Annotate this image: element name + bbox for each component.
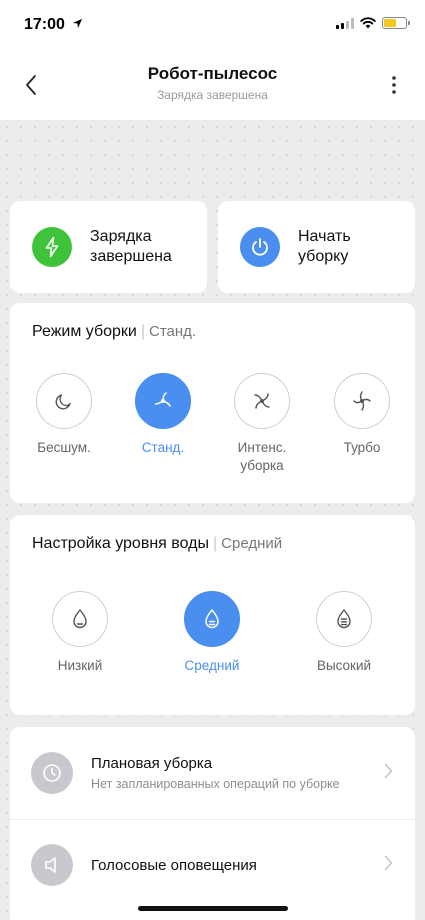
water-low-option[interactable]: Низкий bbox=[44, 591, 116, 675]
start-cleaning-label: Начать уборку bbox=[298, 227, 351, 267]
water-level-value: Средний bbox=[221, 535, 283, 552]
mode-intensive-label-line1: Интенс. bbox=[237, 440, 287, 455]
charging-label-line1: Зарядка bbox=[90, 228, 152, 245]
start-cleaning-button[interactable]: Начать уборку bbox=[218, 201, 415, 293]
scheduled-cleaning-row[interactable]: Плановая уборка Нет запланированных опер… bbox=[10, 727, 415, 819]
water-high-option[interactable]: Высокий bbox=[308, 591, 380, 675]
water-high-label: Высокий bbox=[316, 658, 372, 673]
settings-list-card: Плановая уборка Нет запланированных опер… bbox=[10, 727, 415, 920]
content-area: Зарядка завершена Начать уборку Режим уб… bbox=[0, 120, 425, 920]
moon-icon bbox=[36, 373, 92, 429]
mode-turbo-label: Турбо bbox=[343, 440, 381, 455]
charging-status-card[interactable]: Зарядка завершена bbox=[10, 201, 207, 293]
mode-quiet-option[interactable]: Бесшум. bbox=[28, 373, 100, 457]
status-time: 17:00 bbox=[24, 16, 83, 34]
scheduled-cleaning-title: Плановая уборка bbox=[91, 755, 213, 772]
power-icon bbox=[240, 227, 280, 267]
drop-medium-icon bbox=[184, 591, 240, 647]
cleaning-mode-value: Станд. bbox=[149, 323, 197, 340]
fan-icon bbox=[234, 373, 290, 429]
drop-high-icon bbox=[316, 591, 372, 647]
cleaning-mode-card: Режим уборки | Станд. Бесшум. Станд. Инт… bbox=[10, 303, 415, 503]
cellular-signal-icon bbox=[336, 17, 354, 29]
mode-standard-option[interactable]: Станд. bbox=[127, 373, 199, 457]
scheduled-cleaning-subtitle: Нет запланированных операций по уборке bbox=[91, 777, 340, 791]
speaker-icon bbox=[31, 844, 73, 886]
page-title: Робот-пылесос bbox=[147, 64, 278, 83]
mode-standard-label: Станд. bbox=[141, 440, 185, 455]
home-indicator[interactable] bbox=[138, 906, 288, 911]
cleaning-mode-label: Режим уборки bbox=[32, 323, 137, 340]
more-options-button[interactable] bbox=[377, 68, 411, 102]
mode-intensive-option[interactable]: Интенс. уборка bbox=[226, 373, 298, 475]
lightning-icon bbox=[32, 227, 72, 267]
chevron-right-icon bbox=[384, 763, 393, 779]
battery-icon bbox=[382, 17, 410, 29]
voice-alerts-row[interactable]: Голосовые оповещения bbox=[10, 819, 415, 911]
status-bar: 17:00 bbox=[0, 0, 425, 50]
mode-intensive-label-line2: уборка bbox=[240, 458, 284, 473]
water-level-card: Настройка уровня воды | Средний Низкий Сре… bbox=[10, 515, 415, 715]
wifi-icon bbox=[360, 17, 376, 29]
mode-intensive-label: Интенс. уборка bbox=[226, 439, 298, 475]
mode-quiet-label: Бесшум. bbox=[37, 440, 91, 455]
fan-icon bbox=[334, 373, 390, 429]
water-medium-option[interactable]: Средний bbox=[176, 591, 248, 675]
fan-icon bbox=[135, 373, 191, 429]
clock-icon bbox=[31, 752, 73, 794]
location-arrow-icon bbox=[73, 18, 83, 29]
voice-alerts-title: Голосовые оповещения bbox=[91, 856, 257, 874]
water-low-label: Низкий bbox=[57, 658, 103, 673]
mode-turbo-option[interactable]: Турбо bbox=[326, 373, 398, 457]
header: Робот-пылесос Зарядка завершена bbox=[0, 50, 425, 120]
water-medium-label: Средний bbox=[184, 658, 240, 673]
start-label-line1: Начать bbox=[298, 228, 351, 245]
drop-low-icon bbox=[52, 591, 108, 647]
charging-status-label: Зарядка завершена bbox=[90, 227, 172, 267]
charging-label-line2: завершена bbox=[90, 248, 172, 265]
more-vertical-icon bbox=[392, 76, 396, 94]
water-level-title: Настройка уровня воды | Средний bbox=[32, 535, 283, 552]
page-subtitle: Зарядка завершена bbox=[157, 88, 268, 102]
clock-text: 17:00 bbox=[24, 16, 65, 33]
start-label-line2: уборку bbox=[298, 248, 349, 265]
chevron-right-icon bbox=[384, 855, 393, 871]
water-level-label: Настройка уровня воды bbox=[32, 535, 209, 552]
cleaning-mode-title: Режим уборки | Станд. bbox=[32, 323, 197, 340]
